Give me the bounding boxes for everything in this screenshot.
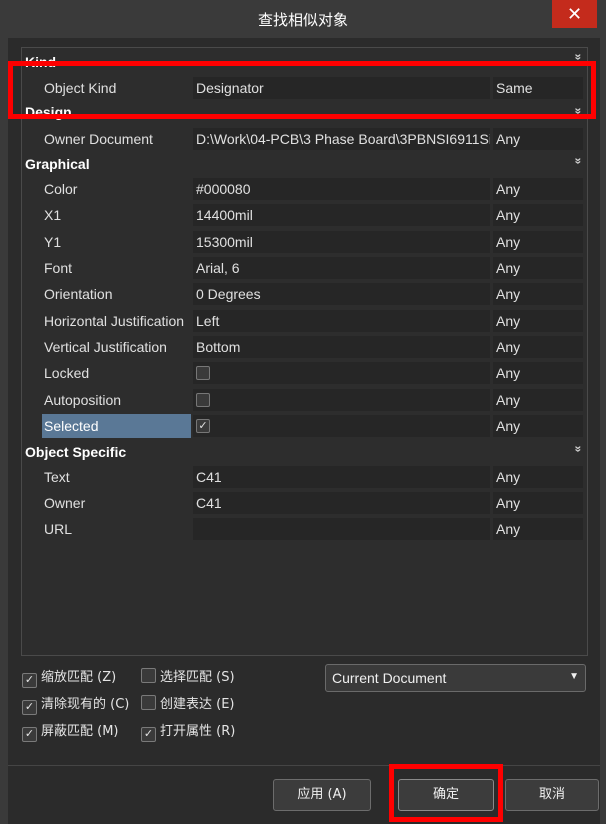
option-label: 打开属性 (R) [160,724,236,739]
match-selector[interactable]: Any [493,362,583,384]
properties-grid: Kind » Object Kind Designator Same Desig… [21,47,588,656]
row-owner[interactable]: Owner C41 Any [22,491,587,515]
section-label: Object Specific [25,444,127,460]
collapse-chevron-icon[interactable]: » [572,446,586,453]
row-color[interactable]: Color #000080 Any [22,177,587,201]
row-autoposition[interactable]: Autoposition Any [22,388,587,412]
prop-value [193,518,490,540]
option-zoom-matching[interactable]: ✓ 缩放匹配 (Z) [22,666,117,688]
match-selector[interactable]: Any [493,257,583,279]
prop-name: X1 [44,207,62,223]
prop-value: D:\Work\04-PCB\3 Phase Board\3PBNSI6911S… [193,128,490,150]
match-selector[interactable]: Any [493,204,583,226]
prop-value: 14400mil [193,204,490,226]
locked-checkbox[interactable] [196,366,210,380]
prop-name: Locked [44,365,90,381]
prop-name: Owner Document [44,131,153,147]
dropdown-arrow-icon: ▼ [569,671,579,682]
prop-name: Y1 [44,234,62,250]
window-frame-left [0,38,8,824]
option-mask-matching[interactable]: ✓ 屏蔽匹配 (M) [22,720,119,742]
option-select-matching[interactable]: 选择匹配 (S) [141,666,235,686]
prop-name: Font [44,260,73,276]
scope-dropdown[interactable]: Current Document ▼ [325,664,586,692]
collapse-chevron-icon[interactable]: » [572,158,586,165]
section-graphical[interactable]: Graphical » [22,152,587,176]
match-selector[interactable]: Any [493,310,583,332]
zoom-matching-checkbox[interactable]: ✓ [22,673,37,688]
prop-name: Horizontal Justification [44,313,185,329]
row-owner-document[interactable]: Owner Document D:\Work\04-PCB\3 Phase Bo… [22,127,587,151]
prop-name: Selected [42,414,191,438]
row-vertical-justification[interactable]: Vertical Justification Bottom Any [22,335,587,359]
close-button[interactable]: ✕ [552,0,597,28]
mask-matching-checkbox[interactable]: ✓ [22,727,37,742]
scope-value: Current Document [332,670,447,686]
prop-value [193,362,490,384]
option-label: 屏蔽匹配 (M) [41,724,119,739]
clear-existing-checkbox[interactable]: ✓ [22,700,37,715]
prop-name: URL [44,521,73,537]
prop-value: C41 [193,466,490,488]
prop-value: ✓ [193,415,490,437]
prop-value [193,389,490,411]
match-selector[interactable]: Any [493,518,583,540]
close-icon: ✕ [566,4,583,24]
prop-name: Owner [44,495,86,511]
window-frame-right [600,38,606,824]
select-matching-checkbox[interactable] [141,668,156,683]
highlight-annotation [389,764,503,822]
option-label: 清除现有的 (C) [41,697,130,712]
option-create-expression[interactable]: 创建表达 (E) [141,693,235,713]
section-label: Graphical [25,156,90,172]
row-x1[interactable]: X1 14400mil Any [22,203,587,227]
selected-checkbox[interactable]: ✓ [196,419,210,433]
match-selector[interactable]: Any [493,336,583,358]
row-url[interactable]: URL Any [22,517,587,541]
row-selected[interactable]: Selected ✓ Any [22,414,587,438]
window-title: 查找相似对象 [257,11,348,29]
create-expression-checkbox[interactable] [141,695,156,710]
prop-name: Orientation [44,286,113,302]
match-selector[interactable]: Any [493,178,583,200]
section-object-specific[interactable]: Object Specific » [22,440,587,464]
prop-name: Text [44,469,70,485]
collapse-chevron-icon[interactable]: » [572,54,586,61]
option-clear-existing[interactable]: ✓ 清除现有的 (C) [22,693,130,715]
open-properties-checkbox[interactable]: ✓ [141,727,156,742]
prop-value: #000080 [193,178,490,200]
prop-value: Left [193,310,490,332]
prop-value: Arial, 6 [193,257,490,279]
option-label: 缩放匹配 (Z) [41,670,117,685]
title-bar: 查找相似对象 ✕ [0,0,606,38]
prop-name: Vertical Justification [44,339,167,355]
prop-value: Bottom [193,336,490,358]
autoposition-checkbox[interactable] [196,393,210,407]
match-selector[interactable]: Any [493,128,583,150]
prop-value: 15300mil [193,231,490,253]
row-orientation[interactable]: Orientation 0 Degrees Any [22,282,587,306]
prop-value: C41 [193,492,490,514]
match-selector[interactable]: Any [493,492,583,514]
option-label: 选择匹配 (S) [160,670,235,685]
prop-name: Color [44,181,78,197]
match-selector[interactable]: Any [493,415,583,437]
match-selector[interactable]: Any [493,231,583,253]
prop-name: Autoposition [44,392,122,408]
match-selector[interactable]: Any [493,466,583,488]
match-selector[interactable]: Any [493,283,583,305]
footer-divider [8,765,600,766]
row-text[interactable]: Text C41 Any [22,465,587,489]
row-font[interactable]: Font Arial, 6 Any [22,256,587,280]
cancel-button[interactable]: 取消 [505,779,599,811]
highlight-annotation [8,61,596,119]
row-horizontal-justification[interactable]: Horizontal Justification Left Any [22,309,587,333]
match-selector[interactable]: Any [493,389,583,411]
apply-button[interactable]: 应用 (A) [273,779,371,811]
option-label: 创建表达 (E) [160,697,235,712]
option-open-properties[interactable]: ✓ 打开属性 (R) [141,720,236,742]
row-locked[interactable]: Locked Any [22,361,587,385]
prop-value: 0 Degrees [193,283,490,305]
row-y1[interactable]: Y1 15300mil Any [22,230,587,254]
